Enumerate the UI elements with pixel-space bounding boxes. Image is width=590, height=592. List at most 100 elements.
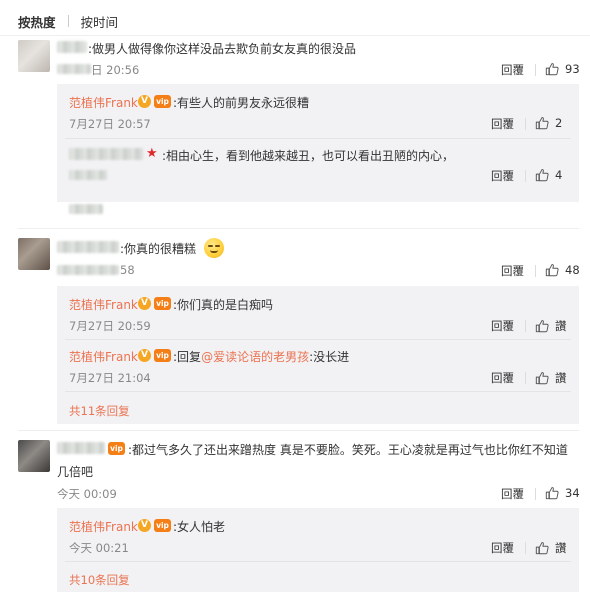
action-separator bbox=[535, 265, 536, 277]
reply-username[interactable]: 范植伟Frank bbox=[69, 518, 138, 535]
reply-button[interactable]: 回覆 bbox=[501, 263, 524, 279]
verified-badge-icon: V bbox=[138, 349, 151, 362]
like-button[interactable]: 93 bbox=[545, 62, 580, 76]
view-more-replies-link[interactable]: 共10条回复 bbox=[69, 572, 130, 588]
like-count: 4 bbox=[555, 168, 563, 182]
view-more-replies-link[interactable]: 共11条回复 bbox=[69, 403, 130, 419]
comment-text: :你真的很糟糕 bbox=[120, 242, 197, 256]
redacted-username bbox=[57, 41, 87, 53]
comment-body: 你真的很糟糕 bbox=[124, 242, 197, 256]
verified-badge-icon: V bbox=[138, 297, 151, 310]
reply-username[interactable]: 范植伟Frank bbox=[69, 94, 138, 111]
redacted-date bbox=[69, 204, 103, 214]
comment-body: 都过气多久了还出来蹭热度 真是不要脸。笑死。王心凌就是再过气也比你红不知道 bbox=[132, 443, 568, 457]
redacted-date bbox=[57, 64, 91, 74]
redacted-date bbox=[57, 265, 119, 275]
star-badge-icon: ★ bbox=[146, 146, 158, 161]
reply-button[interactable]: 回覆 bbox=[491, 540, 514, 556]
thumbs-up-icon bbox=[545, 264, 559, 277]
reply-username[interactable]: 范植伟Frank bbox=[69, 296, 138, 313]
reply-divider bbox=[65, 391, 571, 392]
like-button[interactable]: 2 bbox=[535, 116, 562, 130]
vip-badge-icon: vip bbox=[154, 95, 171, 108]
reply-divider bbox=[65, 561, 571, 562]
vip-badge-icon: vip bbox=[108, 442, 125, 455]
verified-badge-icon: V bbox=[138, 95, 151, 108]
vip-badge-icon: vip bbox=[154, 297, 171, 310]
reply-button[interactable]: 回覆 bbox=[491, 370, 514, 386]
comment-body: 做男人做得像你这样没品去欺负前女友真的很没品 bbox=[92, 42, 357, 56]
comment-divider bbox=[18, 228, 579, 229]
like-count: 讚 bbox=[555, 371, 567, 385]
reply-button[interactable]: 回覆 bbox=[491, 116, 514, 132]
like-count: 讚 bbox=[555, 319, 567, 333]
tab-separator bbox=[67, 15, 69, 27]
reply-text: :回复@爱读论语的老男孩:没长进 bbox=[173, 350, 350, 364]
reply-body: 你们真的是白痴吗 bbox=[177, 298, 274, 312]
tab-sort-by-time[interactable]: 按时间 bbox=[81, 12, 119, 31]
like-button[interactable]: 讚 bbox=[535, 318, 567, 334]
thumbs-up-icon bbox=[535, 372, 549, 385]
reply-divider bbox=[65, 339, 571, 340]
like-button[interactable]: 讚 bbox=[535, 540, 567, 556]
like-count: 2 bbox=[555, 116, 563, 130]
like-button[interactable]: 4 bbox=[535, 168, 562, 182]
redacted-username bbox=[57, 241, 119, 253]
like-count: 48 bbox=[565, 263, 580, 277]
smirk-emoji-icon bbox=[204, 238, 224, 258]
thumbs-up-icon bbox=[535, 117, 549, 130]
vip-badge-icon: vip bbox=[154, 349, 171, 362]
action-separator bbox=[525, 170, 526, 182]
reply-button[interactable]: 回覆 bbox=[491, 318, 514, 334]
reply-text: :女人怕老 bbox=[173, 520, 226, 534]
thumbs-up-icon bbox=[535, 542, 549, 555]
reply-button[interactable]: 回覆 bbox=[501, 486, 524, 502]
mention-link[interactable]: @爱读论语的老男孩 bbox=[201, 350, 309, 364]
reply-text: :有些人的前男友永远很糟 bbox=[173, 96, 310, 110]
like-button[interactable]: 34 bbox=[545, 486, 580, 500]
comment-time: 58 bbox=[120, 263, 135, 277]
comment-text: :做男人做得像你这样没品去欺负前女友真的很没品 bbox=[88, 42, 357, 56]
reply-body: 女人怕老 bbox=[177, 520, 226, 534]
thumbs-up-icon bbox=[535, 320, 549, 333]
reply-body: 有些人的前男友永远很糟 bbox=[177, 96, 310, 110]
like-button[interactable]: 讚 bbox=[535, 370, 567, 386]
vip-badge-icon: vip bbox=[154, 519, 171, 532]
comment-divider bbox=[18, 430, 579, 431]
like-count: 34 bbox=[565, 486, 580, 500]
like-button[interactable]: 48 bbox=[545, 263, 580, 277]
avatar[interactable] bbox=[18, 238, 50, 270]
avatar[interactable] bbox=[18, 440, 50, 472]
like-count: 93 bbox=[565, 62, 580, 76]
reply-time: 7月27日 21:04 bbox=[69, 371, 151, 385]
reply-text: :你们真的是白痴吗 bbox=[173, 298, 274, 312]
reply-divider bbox=[65, 138, 571, 139]
comment-time: 今天 00:09 bbox=[57, 487, 117, 501]
avatar[interactable] bbox=[18, 40, 50, 72]
thumbs-up-icon bbox=[535, 169, 549, 182]
reply-time: 7月27日 20:59 bbox=[69, 319, 151, 333]
comment-text: :都过气多久了还出来蹭热度 真是不要脸。笑死。王心凌就是再过气也比你红不知道 bbox=[128, 443, 568, 457]
action-separator bbox=[525, 372, 526, 384]
reply-prefix: 回复 bbox=[177, 350, 202, 364]
like-count: 讚 bbox=[555, 541, 567, 555]
action-separator bbox=[525, 320, 526, 332]
action-separator bbox=[525, 542, 526, 554]
reply-button[interactable]: 回覆 bbox=[501, 62, 524, 78]
tab-sort-by-hot[interactable]: 按热度 bbox=[18, 12, 56, 31]
redacted-username bbox=[69, 148, 143, 160]
reply-text: :相由心生，看到他越来越丑，也可以看出丑陋的内心， bbox=[162, 149, 455, 163]
tabs-divider bbox=[0, 35, 590, 36]
action-separator bbox=[525, 118, 526, 130]
sort-tabs: 按热度 按时间 bbox=[18, 10, 118, 32]
action-separator bbox=[535, 64, 536, 76]
reply-time: 7月27日 20:57 bbox=[69, 117, 151, 131]
reply-username[interactable]: 范植伟Frank bbox=[69, 348, 138, 365]
comment-time: 日 20:56 bbox=[91, 63, 140, 77]
thumbs-up-icon bbox=[545, 63, 559, 76]
verified-badge-icon: V bbox=[138, 519, 151, 532]
redacted-username bbox=[57, 442, 105, 454]
reply-body: 相由心生，看到他越来越丑，也可以看出丑陋的内心， bbox=[166, 149, 455, 163]
reply-button[interactable]: 回覆 bbox=[491, 168, 514, 184]
reply-time: 今天 00:21 bbox=[69, 541, 129, 555]
